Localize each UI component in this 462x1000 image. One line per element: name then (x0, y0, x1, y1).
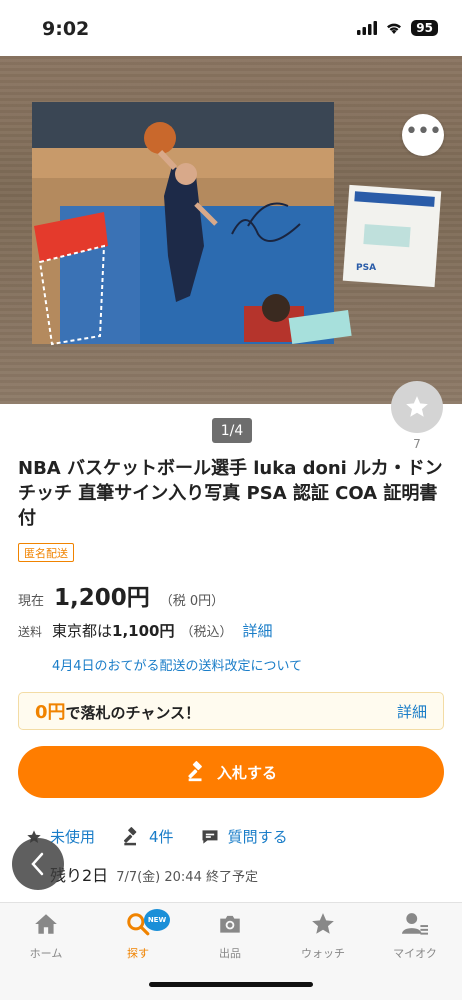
shipping-notice-link[interactable]: 4月4日のおてがる配送の送料改定について (52, 655, 302, 674)
bid-count-link[interactable]: 4件 (149, 826, 174, 847)
tab-watch[interactable]: ウォッチ (283, 911, 363, 961)
price-tax: （税 0円） (159, 594, 225, 609)
more-dots-icon: ••• (405, 118, 442, 144)
chance-zero: 0円 (35, 702, 66, 723)
condition-link[interactable]: 未使用 (50, 826, 95, 847)
back-button[interactable] (12, 838, 64, 890)
signal-icon (357, 21, 378, 35)
anonymous-shipping-badge: 匿名配送 (18, 543, 74, 562)
tab-sell-label: 出品 (219, 947, 241, 960)
chance-message: で落札のチャンス！ (65, 704, 201, 722)
tab-search-label: 探す (127, 947, 149, 960)
status-icons: 95 (357, 20, 438, 36)
question-chat-icon (202, 829, 218, 844)
star-icon (406, 396, 428, 417)
current-price: 1,200円 (54, 585, 150, 611)
home-indicator (149, 982, 313, 987)
status-time: 9:02 (42, 18, 90, 40)
item-title: NBA バスケットボール選手 luka doni ルカ・ドンチッチ 直筆サイン入… (18, 458, 443, 529)
wifi-icon (387, 23, 402, 34)
camera-icon (220, 915, 240, 933)
end-datetime: 7/7(金) 20:44 終了予定 (116, 870, 258, 885)
price-label: 現在 (18, 594, 45, 609)
home-icon (35, 914, 57, 934)
watch-button[interactable] (391, 381, 443, 433)
shipping-detail-link[interactable]: 詳細 (243, 620, 273, 641)
tab-my-auction[interactable]: マイオク (375, 911, 455, 961)
tab-home[interactable]: ホーム (6, 911, 86, 961)
status-bar: 9:02 95 (0, 0, 462, 56)
tab-home-label: ホーム (29, 947, 63, 960)
tab-my-auction-label: マイオク (393, 947, 437, 960)
shipping-label: 送料 (18, 625, 43, 639)
bid-button-label: 入札する (216, 763, 277, 782)
chevron-left-icon (31, 852, 44, 876)
shipping-tax: （税込） (180, 625, 233, 640)
svg-text:PSA: PSA (356, 263, 376, 273)
tab-sell[interactable]: 出品 (190, 911, 270, 961)
tab-search[interactable]: NEW 探す (98, 909, 178, 961)
zero-yen-chance-banner[interactable]: 0円で落札のチャンス！ 詳細 (18, 692, 444, 730)
battery-level: 95 (411, 20, 438, 36)
bid-button[interactable]: 入札する (18, 746, 444, 798)
chance-text: 0円で落札のチャンス！ (35, 698, 200, 724)
question-link[interactable]: 質問する (228, 826, 288, 847)
my-account-icon (402, 913, 428, 935)
chance-detail-link[interactable]: 詳細 (397, 701, 427, 722)
photo-illustration: PSA (32, 102, 442, 346)
item-meta-row: 未使用 4件 質問する (26, 826, 288, 847)
tab-watch-label: ウォッチ (301, 947, 345, 960)
shipping-row: 送料 東京都は 1,100円 （税込） 詳細 (18, 620, 273, 641)
gavel-small-icon (124, 826, 137, 845)
star-icon (312, 913, 334, 934)
more-options-button[interactable]: ••• (402, 114, 444, 156)
end-time-row: 残り2日 7/7(金) 20:44 終了予定 (50, 862, 258, 886)
shipping-prefix: 東京都は (52, 622, 113, 640)
watch-count: 7 (413, 437, 421, 451)
shipping-amount: 1,100円 (112, 622, 175, 640)
image-counter: 1/4 (212, 418, 252, 443)
new-badge: NEW (144, 909, 170, 931)
product-photo[interactable]: PSA ••• (0, 56, 462, 404)
gavel-icon (188, 761, 202, 782)
price-row: 現在 1,200円 （税 0円） (18, 578, 224, 612)
